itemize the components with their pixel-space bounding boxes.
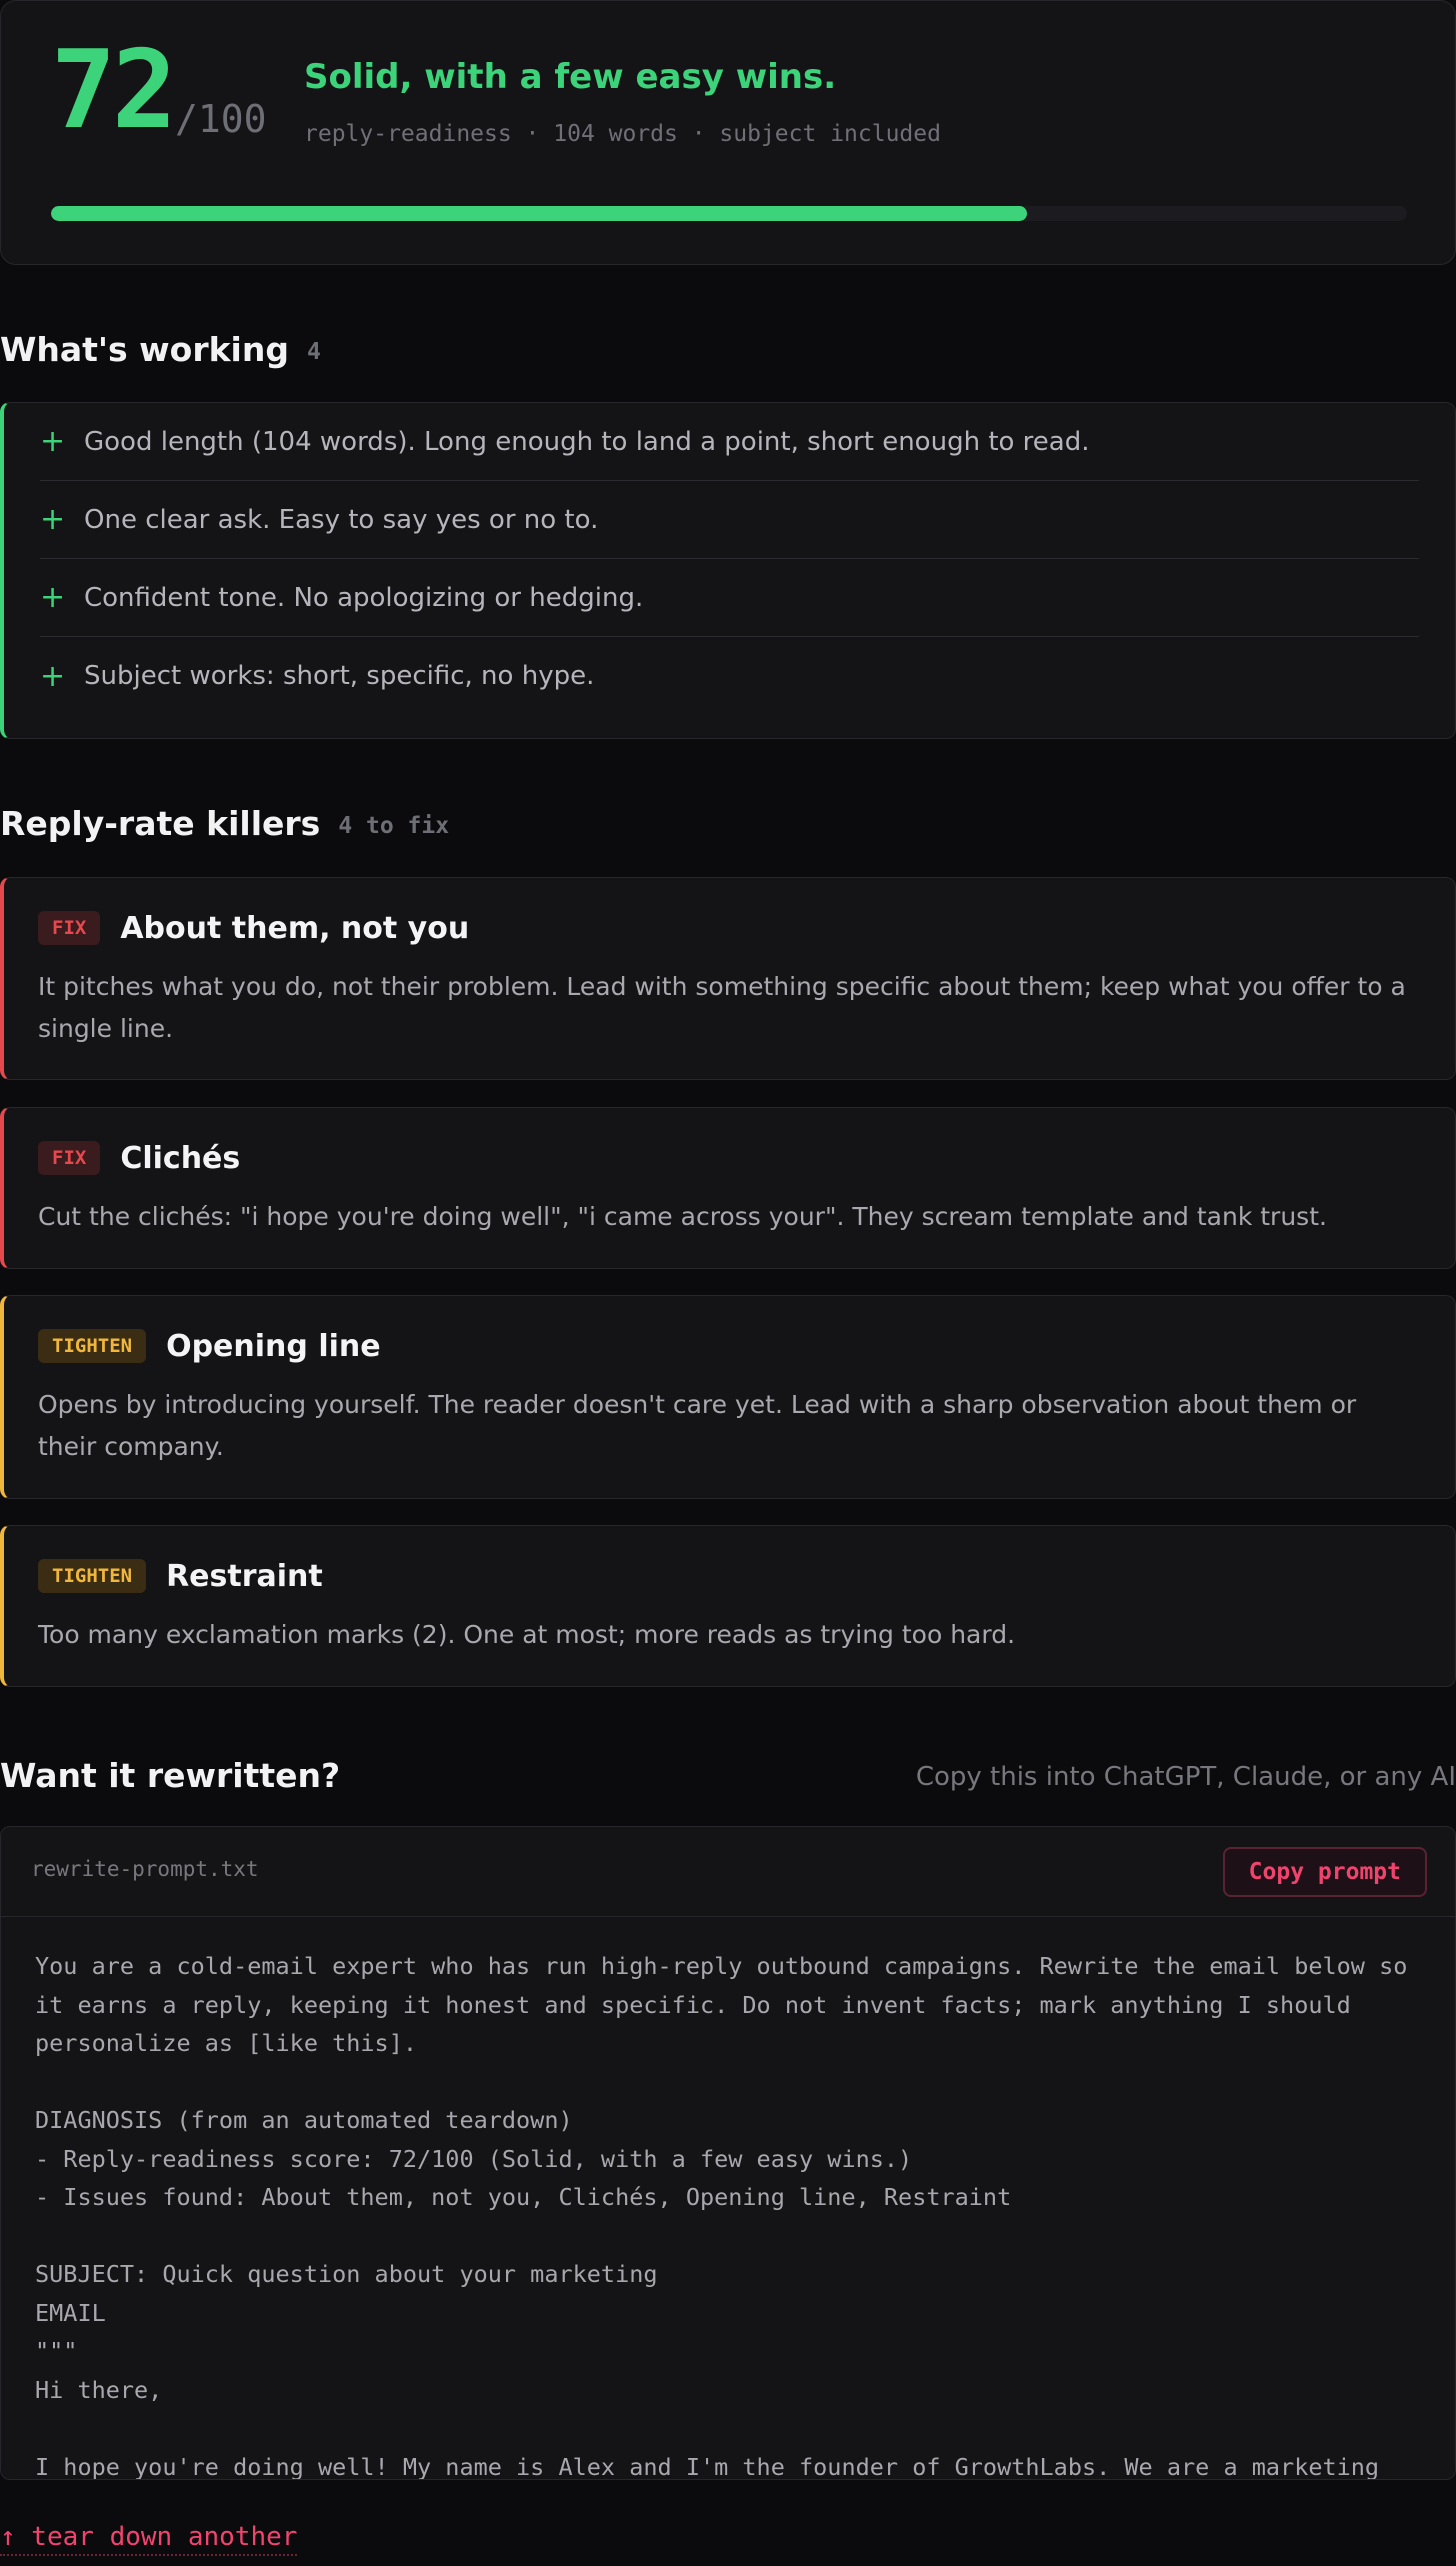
issue-title: Restraint	[166, 1558, 323, 1594]
working-item-text: Subject works: short, specific, no hype.	[84, 661, 595, 691]
plus-icon: +	[40, 424, 66, 459]
list-item: + Subject works: short, specific, no hype…	[40, 637, 1419, 715]
prompt-file-name: rewrite-prompt.txt	[31, 1857, 259, 1881]
issue-card: FIX Clichés Cut the clichés: "i hope you…	[0, 1107, 1456, 1269]
working-count: 4	[306, 339, 321, 365]
score-card: 72 /100 Solid, with a few easy wins. rep…	[0, 0, 1456, 265]
rewrite-prompt-text[interactable]: You are a cold-email expert who has run …	[1, 1917, 1455, 2479]
issue-card: FIX About them, not you It pitches what …	[0, 877, 1456, 1080]
issue-body: It pitches what you do, not their proble…	[38, 972, 1406, 1043]
rewrite-section-title: Want it rewritten?	[0, 1756, 341, 1795]
issue-header: TIGHTEN Restraint	[38, 1556, 1421, 1596]
copy-prompt-button[interactable]: Copy prompt	[1222, 1847, 1427, 1897]
issue-header: TIGHTEN Opening line	[38, 1326, 1421, 1366]
tighten-badge: TIGHTEN	[38, 1329, 147, 1363]
issue-title: Clichés	[120, 1140, 241, 1176]
score-max: /100	[175, 97, 267, 141]
working-title-text: What's working	[0, 330, 289, 369]
killers-count: 4 to fix	[338, 813, 450, 839]
working-list: + Good length (104 words). Long enough to…	[0, 402, 1456, 739]
rewrite-hint: Copy this into ChatGPT, Claude, or any A…	[915, 1762, 1456, 1792]
plus-icon: +	[40, 502, 66, 537]
issue-body: Too many exclamation marks (2). One at m…	[38, 1620, 1016, 1649]
working-item-text: Confident tone. No apologizing or hedgin…	[84, 582, 644, 613]
issue-card: TIGHTEN Restraint Too many exclamation m…	[0, 1525, 1456, 1687]
prompt-header: rewrite-prompt.txt Copy prompt	[1, 1827, 1455, 1917]
issue-header: FIX About them, not you	[38, 908, 1421, 948]
list-item: + Good length (104 words). Long enough to…	[40, 403, 1419, 481]
rewrite-prompt-box: rewrite-prompt.txt Copy prompt You are a…	[0, 1826, 1456, 2480]
fix-badge: FIX	[38, 911, 101, 945]
killers-section-title: Reply-rate killers 4 to fix	[0, 804, 449, 843]
issue-header: FIX Clichés	[38, 1138, 1421, 1178]
teardown-results-page: 72 /100 Solid, with a few easy wins. rep…	[0, 0, 1456, 2566]
tighten-badge: TIGHTEN	[38, 1559, 147, 1593]
working-item-text: One clear ask. Easy to say yes or no to.	[84, 504, 599, 535]
issue-title: Opening line	[166, 1328, 381, 1364]
plus-icon: +	[40, 658, 66, 694]
issue-body: Opens by introducing yourself. The reade…	[38, 1390, 1357, 1461]
issue-body: Cut the clichés: "i hope you're doing we…	[38, 1202, 1327, 1231]
tear-down-another-link[interactable]: ↑ tear down another	[0, 2522, 298, 2556]
plus-icon: +	[40, 580, 66, 615]
score-progress-bar	[51, 206, 1407, 221]
score-progress-fill	[51, 206, 1028, 221]
score-value: 72	[51, 28, 177, 153]
fix-badge: FIX	[38, 1141, 101, 1175]
working-section-title: What's working 4	[0, 330, 321, 369]
issue-title: About them, not you	[120, 910, 470, 946]
issue-card: TIGHTEN Opening line Opens by introducin…	[0, 1295, 1456, 1499]
list-item: + One clear ask. Easy to say yes or no to…	[40, 481, 1419, 559]
list-item: + Confident tone. No apologizing or hedgi…	[40, 559, 1419, 637]
score-meta: reply-readiness · 104 words · subject in…	[304, 121, 941, 147]
working-item-text: Good length (104 words). Long enough to …	[84, 426, 1090, 457]
killers-title-text: Reply-rate killers	[0, 804, 321, 843]
score-verdict: Solid, with a few easy wins.	[304, 57, 837, 97]
